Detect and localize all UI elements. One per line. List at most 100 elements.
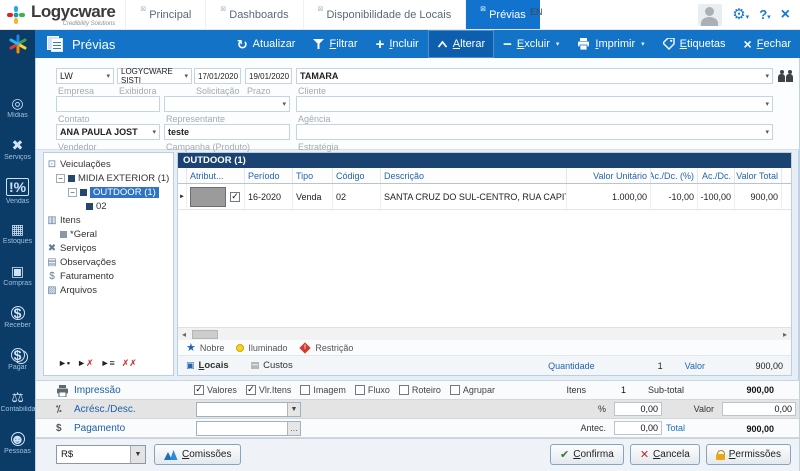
cell-tipo[interactable]: Venda: [293, 184, 333, 209]
checkbox-agrupar[interactable]: Agrupar: [450, 385, 495, 395]
tree-item-itens[interactable]: ▥ Itens: [46, 213, 171, 227]
confirm-button[interactable]: ✔ Confirma: [550, 444, 624, 465]
checkbox-icon[interactable]: [194, 385, 204, 395]
scroll-left-icon[interactable]: ◂: [178, 330, 190, 339]
tree-item-02[interactable]: 02: [46, 199, 171, 213]
settings-menu[interactable]: ⚙▾: [732, 7, 749, 22]
estrategia-select[interactable]: ▾: [296, 124, 773, 140]
cell-atributos[interactable]: [187, 184, 245, 209]
column-header-valor-unitario[interactable]: Valor Unitário: [567, 168, 651, 183]
scrollbar-thumb[interactable]: [192, 330, 218, 339]
cell-acdc-pct[interactable]: -10,00: [651, 184, 698, 209]
acresc-desc-select[interactable]: ▼: [196, 402, 301, 417]
close-app-icon[interactable]: ×: [781, 7, 790, 23]
user-avatar[interactable]: [698, 4, 722, 26]
nav-tab-previas[interactable]: ⊠ Prévias: [465, 0, 540, 29]
checkbox-icon[interactable]: [450, 385, 460, 395]
move-node-icon[interactable]: ►▪: [58, 358, 70, 369]
delete-button[interactable]: − Excluir ▾: [494, 30, 568, 58]
cell-codigo[interactable]: 02: [333, 184, 381, 209]
checkbox-roteiro[interactable]: Roteiro: [399, 385, 441, 395]
tab-custos[interactable]: ▤ Custos: [251, 360, 293, 371]
refresh-button[interactable]: ↻ Atualizar: [228, 30, 305, 58]
checkbox-icon[interactable]: [300, 385, 310, 395]
checkbox-fluxo[interactable]: Fluxo: [355, 385, 390, 395]
sidebar-item-pessoas[interactable]: ☻ Pessoas: [0, 422, 35, 464]
solicitacao-date-input[interactable]: 17/01/2020: [194, 68, 241, 84]
tree-item-outdoor[interactable]: − OUTDOOR (1): [46, 185, 171, 199]
agencia-select[interactable]: ▾: [296, 96, 773, 112]
nav-tab-disponibilidade[interactable]: ⊠ Disponibilidade de Locais: [303, 0, 466, 29]
language-indicator[interactable]: EN: [530, 7, 543, 17]
permissions-button[interactable]: Permissões: [706, 444, 791, 465]
column-header-acdc-pct[interactable]: Ac./Dc. (%): [651, 168, 698, 183]
column-header-periodo[interactable]: Período: [245, 168, 293, 183]
checkbox-icon[interactable]: [246, 385, 256, 395]
sidebar-item-midias[interactable]: ◎ Mídias: [0, 86, 35, 128]
nav-tab-principal[interactable]: ⊠ Principal: [125, 0, 205, 29]
collapse-icon[interactable]: −: [68, 188, 77, 197]
exibidora-select[interactable]: LOGYCWARE SISTI▾: [117, 68, 192, 84]
checkbox-icon[interactable]: [399, 385, 409, 395]
scroll-right-icon[interactable]: ▸: [779, 330, 791, 339]
checkbox-icon[interactable]: [355, 385, 365, 395]
valor-desc-input[interactable]: 0,00: [722, 402, 796, 416]
pagamento-field[interactable]: …: [196, 421, 301, 436]
column-header-descricao[interactable]: Descrição: [381, 168, 567, 183]
cell-valor-unitario[interactable]: 1.000,00: [567, 184, 651, 209]
collapse-icon[interactable]: −: [56, 174, 65, 183]
ellipsis-icon[interactable]: …: [287, 422, 300, 435]
comissoes-button[interactable]: Comissões: [154, 444, 241, 465]
prazo-date-input[interactable]: 19/01/2020: [245, 68, 292, 84]
cell-periodo[interactable]: 16-2020: [245, 184, 293, 209]
empresa-select[interactable]: LW▾: [56, 68, 114, 84]
cancel-button[interactable]: ✕ Cancela: [630, 444, 700, 465]
tree-item-servicos[interactable]: ✖ Serviços: [46, 241, 171, 255]
labels-button[interactable]: Etiquetas: [654, 30, 735, 58]
sidebar-item-contabilidade[interactable]: ⚖ Contabilidade: [0, 380, 35, 422]
checkbox-imagem[interactable]: Imagem: [300, 385, 346, 395]
tree-item-midia-exterior[interactable]: − MIDIA EXTERIOR (1): [46, 171, 171, 185]
tree-item-arquivos[interactable]: ▨ Arquivos: [46, 283, 171, 297]
tree-item-geral[interactable]: *Geral: [46, 227, 171, 241]
close-window-button[interactable]: × Fechar: [735, 30, 800, 58]
campanha-input[interactable]: teste: [164, 124, 290, 140]
cell-acdc[interactable]: -100,00: [698, 184, 735, 209]
sidebar-item-compras[interactable]: ▣ Compras: [0, 254, 35, 296]
column-header-codigo[interactable]: Código: [333, 168, 381, 183]
horizontal-scrollbar[interactable]: ◂ ▸: [178, 327, 791, 340]
edit-button[interactable]: Alterar: [428, 30, 494, 58]
tree-item-observacoes[interactable]: ▤ Observações: [46, 255, 171, 269]
nav-tab-dashboards[interactable]: ⊠ Dashboards: [205, 0, 302, 29]
contato-input[interactable]: [56, 96, 160, 112]
sidebar-item-estoques[interactable]: ▦ Estoques: [0, 212, 35, 254]
cell-valor-total[interactable]: 900,00: [735, 184, 782, 209]
sidebar-item-receber[interactable]: $ Receber: [0, 296, 35, 338]
sidebar-item-pagar[interactable]: $ Pagar: [0, 338, 35, 380]
currency-select[interactable]: R$ ▼: [56, 445, 146, 464]
tree-item-veiculacoes[interactable]: ⊡ Veiculações: [46, 157, 171, 171]
checkbox-valores[interactable]: Valores: [194, 385, 237, 395]
column-header-acdc[interactable]: Ac./Dc.: [698, 168, 735, 183]
grid-row[interactable]: ► 16-2020 Venda 02 SANTA CRUZ DO SUL-CEN…: [178, 184, 791, 210]
add-button[interactable]: + Incluir: [367, 30, 428, 58]
checkbox-vlr-itens[interactable]: Vlr.Itens: [246, 385, 292, 395]
tree-item-faturamento[interactable]: $ Faturamento: [46, 269, 171, 283]
list-node-icon[interactable]: ►≡: [101, 358, 115, 369]
column-header-tipo[interactable]: Tipo: [293, 168, 333, 183]
delete-all-icon[interactable]: ✗✗: [122, 358, 137, 369]
cliente-select[interactable]: TAMARA▾: [296, 68, 773, 84]
remove-node-icon[interactable]: ►✗: [77, 358, 93, 369]
print-button[interactable]: Imprimir ▾: [568, 30, 653, 58]
sidebar-item-servicos[interactable]: ✖ Serviços: [0, 128, 35, 170]
filter-button[interactable]: Filtrar: [304, 30, 366, 58]
row-checkbox[interactable]: [230, 192, 240, 202]
pct-input[interactable]: 0,00: [614, 402, 662, 416]
tab-locais[interactable]: ▣ Locais: [186, 360, 229, 371]
sidebar-item-vendas[interactable]: !% Vendas: [0, 170, 35, 212]
cell-descricao[interactable]: SANTA CRUZ DO SUL-CENTRO, RUA CAPITÃO FE…: [381, 184, 567, 209]
representante-select[interactable]: ▾: [164, 96, 290, 112]
antec-input[interactable]: 0,00: [614, 421, 662, 435]
help-menu[interactable]: ?▾: [759, 7, 770, 22]
chevron-down-icon[interactable]: ▼: [287, 403, 300, 416]
